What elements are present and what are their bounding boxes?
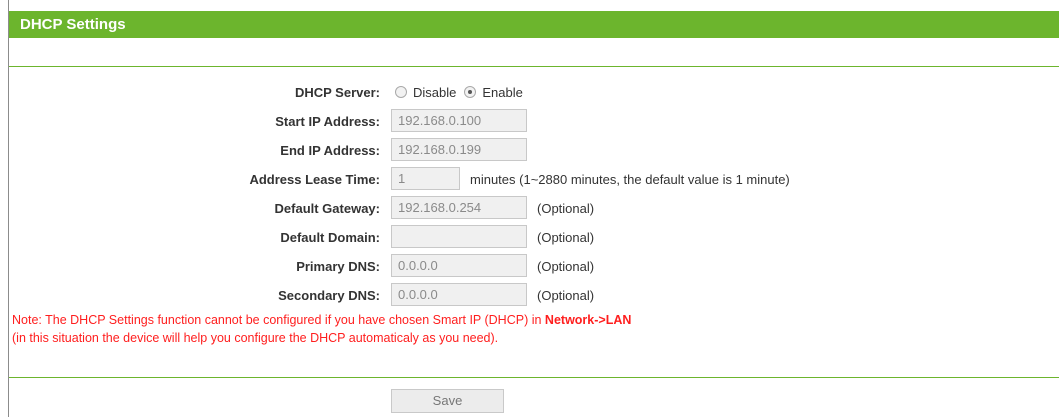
lease-time-hint: minutes (1~2880 minutes, the default val… <box>470 172 790 187</box>
gateway-optional: (Optional) <box>537 201 595 216</box>
secondary-dns-optional: (Optional) <box>537 288 595 303</box>
secondary-dns-input[interactable]: 0.0.0.0 <box>391 283 527 306</box>
enable-radio[interactable] <box>464 86 477 98</box>
bottom-divider <box>9 377 1059 378</box>
start-ip-input[interactable]: 192.168.0.100 <box>391 109 527 132</box>
domain-optional: (Optional) <box>537 230 595 245</box>
disable-radio[interactable] <box>395 86 407 98</box>
section-title: DHCP Settings <box>20 16 126 33</box>
primary-dns-row: Primary DNS: 0.0.0.0 (Optional) <box>9 253 1059 279</box>
lease-time-input[interactable]: 1 <box>391 167 460 190</box>
dhcp-settings-panel: DHCP Settings DHCP Server: Disable Enabl… <box>8 0 1059 417</box>
gateway-row: Default Gateway: 192.168.0.254 (Optional… <box>9 195 1059 221</box>
end-ip-row: End IP Address: 192.168.0.199 <box>9 137 1059 163</box>
lease-time-row: Address Lease Time: 1 minutes (1~2880 mi… <box>9 166 1059 192</box>
dhcp-server-radio-group: Disable Enable <box>395 83 531 101</box>
enable-radio-label[interactable]: Enable <box>482 85 522 100</box>
primary-dns-input[interactable]: 0.0.0.0 <box>391 254 527 277</box>
gateway-input[interactable]: 192.168.0.254 <box>391 196 527 219</box>
gateway-label: Default Gateway: <box>274 201 380 216</box>
start-ip-row: Start IP Address: 192.168.0.100 <box>9 108 1059 134</box>
network-lan-link[interactable]: Network->LAN <box>545 313 631 327</box>
top-divider <box>9 66 1059 67</box>
note-line-1: Note: The DHCP Settings function cannot … <box>12 313 631 327</box>
note-text: Note: The DHCP Settings function cannot … <box>12 313 545 327</box>
primary-dns-optional: (Optional) <box>537 259 595 274</box>
dhcp-server-row: DHCP Server: Disable Enable <box>9 79 1059 105</box>
end-ip-input[interactable]: 192.168.0.199 <box>391 138 527 161</box>
domain-row: Default Domain: (Optional) <box>9 224 1059 250</box>
secondary-dns-label: Secondary DNS: <box>278 288 380 303</box>
lease-time-label: Address Lease Time: <box>249 172 380 187</box>
secondary-dns-row: Secondary DNS: 0.0.0.0 (Optional) <box>9 282 1059 308</box>
primary-dns-label: Primary DNS: <box>296 259 380 274</box>
section-header: DHCP Settings <box>9 11 1059 38</box>
domain-input[interactable] <box>391 225 527 248</box>
note-line-2: (in this situation the device will help … <box>12 331 499 345</box>
domain-label: Default Domain: <box>280 230 380 245</box>
save-button[interactable]: Save <box>391 389 504 413</box>
disable-radio-label[interactable]: Disable <box>413 85 456 100</box>
end-ip-label: End IP Address: <box>280 143 380 158</box>
start-ip-label: Start IP Address: <box>275 114 380 129</box>
dhcp-server-label: DHCP Server: <box>294 85 380 100</box>
